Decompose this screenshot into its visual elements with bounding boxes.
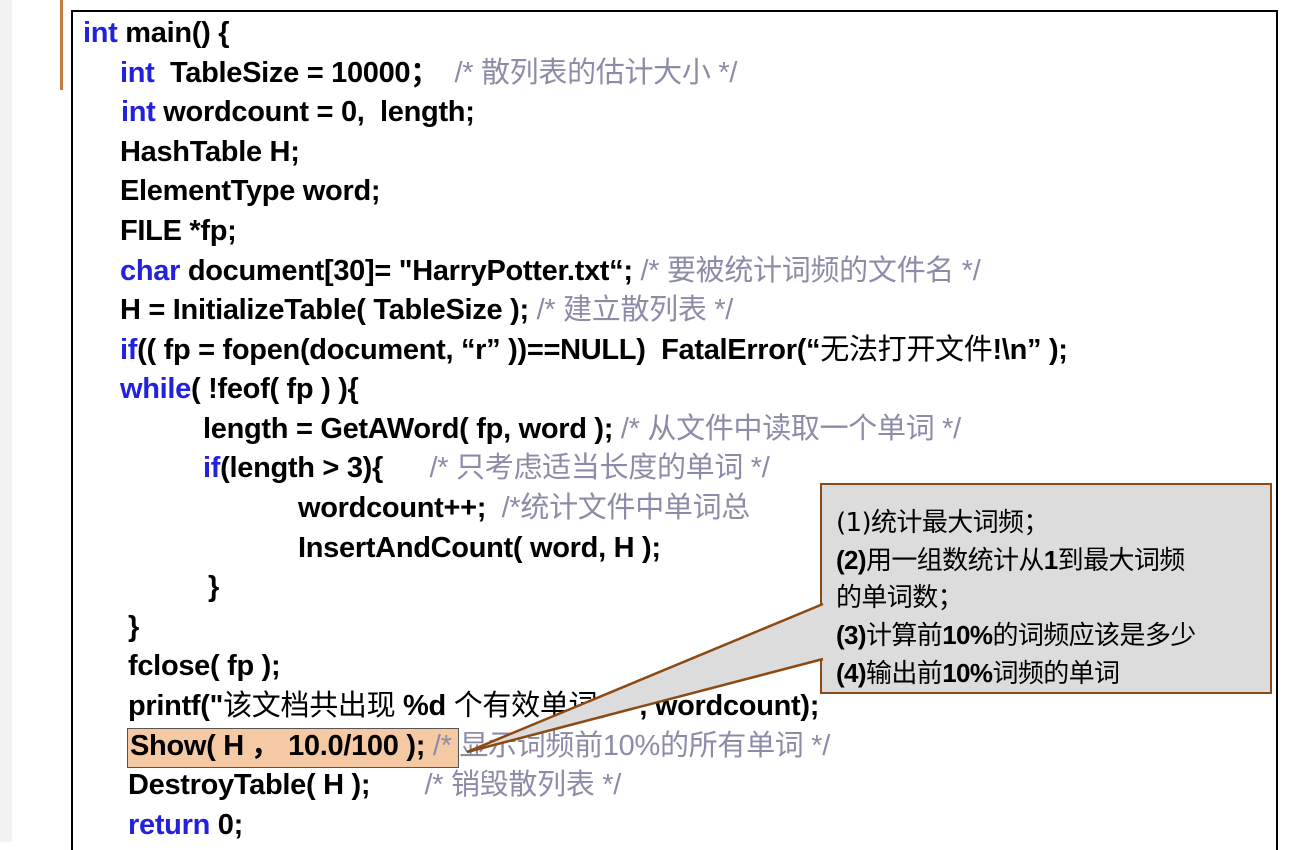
slide-left-margin (0, 0, 12, 842)
code-line-tablesize: int TableSize = 10000； /* 散列表的估计大小 */ (120, 57, 738, 89)
code-line-initialize: H = InitializeTable( TableSize ); /* 建立散… (120, 294, 734, 326)
code-line-close-if: } (208, 571, 219, 603)
code-line-hashtable: HashTable H; (120, 136, 300, 168)
code-line-document: char document[30]= "HarryPotter.txt“; /*… (120, 255, 981, 287)
code-line-while: while( !feof( fp ) ){ (120, 373, 359, 405)
code-line-getaword: length = GetAWord( fp, word ); /* 从文件中读取… (203, 413, 961, 445)
callout-note: (1)统计最大词频； (2)用一组数统计从1到最大词频 的单词数； (3)计算前… (820, 483, 1272, 694)
code-line-close-while: } (128, 611, 139, 643)
callout-item-2-cont: 的单词数； (836, 583, 964, 613)
code-line-fopen: if(( fp = fopen(document, “r” ))==NULL) … (120, 334, 1068, 366)
code-line-if-length: if(length > 3){ /* 只考虑适当长度的单词 */ (203, 452, 770, 484)
code-line-elementtype: ElementType word; (120, 175, 381, 207)
code-line-destroy: DestroyTable( H ); /* 销毁散列表 */ (128, 769, 622, 801)
code-line-wordcount: int wordcount = 0, length; (121, 96, 475, 128)
code-line-file: FILE *fp; (120, 215, 237, 247)
code-line-show: Show( H ， 10.0/100 ); /* 显示词频前10%的所有单词 *… (130, 730, 830, 762)
orange-accent-line (60, 0, 63, 90)
code-line-insertandcount: InsertAndCount( word, H ); (298, 532, 661, 564)
callout-item-1: (1)统计最大词频； (836, 508, 1049, 538)
code-line-main: int main() { (83, 17, 230, 49)
code-line-printf: printf("该文档共出现 %d 个有效单词，", wordcount); (128, 690, 820, 722)
code-line-fclose: fclose( fp ); (128, 650, 281, 682)
code-line-wordcount-inc: wordcount++; /*统计文件中单词总 (298, 492, 750, 524)
callout-item-2: (2)用一组数统计从1到最大词频 (836, 545, 1185, 576)
code-line-return: return 0; (128, 809, 243, 841)
callout-item-4: (4)输出前10%词频的单词 (836, 658, 1120, 689)
callout-item-3: (3)计算前10%的词频应该是多少 (836, 620, 1196, 651)
